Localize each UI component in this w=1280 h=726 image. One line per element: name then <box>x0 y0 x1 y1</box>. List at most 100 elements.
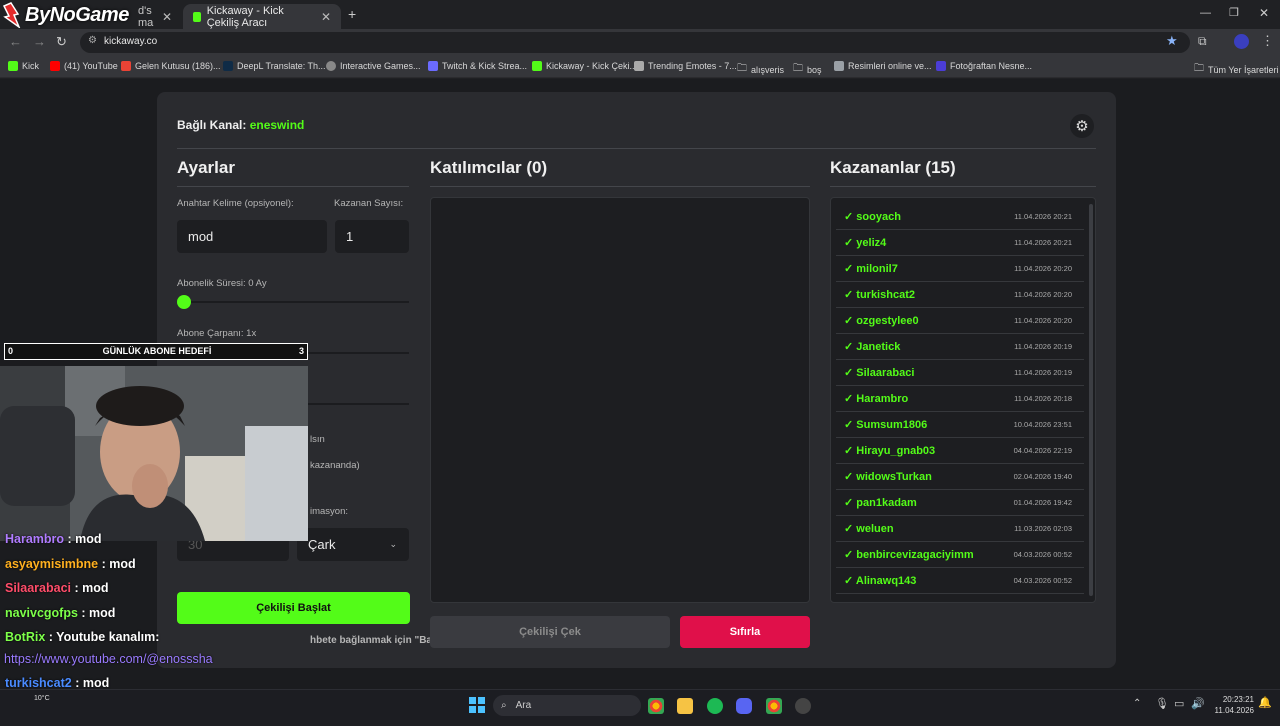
file-explorer-icon[interactable] <box>677 698 693 714</box>
microphone-icon[interactable]: 🎙 <box>1155 697 1169 710</box>
bookmark-item[interactable]: DeepL Translate: Th... <box>223 61 326 71</box>
watermark: ByNoGame <box>0 0 140 30</box>
bookmark-folder[interactable]: 🗀 alışveris <box>737 61 784 78</box>
winner-row: ✓ Harambro 11.04.2026 20:18 <box>836 386 1084 412</box>
spotify-icon[interactable] <box>707 698 723 714</box>
winners-title: Kazananlar (15) <box>830 158 956 177</box>
chrome-icon[interactable] <box>648 698 664 714</box>
chevron-down-icon: ⌄ <box>389 539 397 549</box>
bookmark-item[interactable]: Trending Emotes - 7... <box>634 61 737 71</box>
winner-row: ✓ widowsTurkan 02.04.2026 19:40 <box>836 464 1084 490</box>
goal-end: 3 <box>298 346 304 356</box>
bookmark-item[interactable]: Resimleri online ve... <box>834 61 932 71</box>
winner-date: 11.04.2026 20:21 <box>1014 238 1072 247</box>
winner-date: 11.03.2026 02:03 <box>1014 524 1072 533</box>
profile-avatar[interactable] <box>1234 34 1249 49</box>
discord-icon[interactable] <box>736 698 752 714</box>
forward-arrow-icon[interactable]: → <box>33 34 46 49</box>
draw-button[interactable]: Çekilişi Çek <box>430 616 670 648</box>
address-bar[interactable]: ⚙ kickaway.co ★ <box>80 32 1190 53</box>
menu-kebab-icon[interactable]: ⋮ <box>1261 33 1274 49</box>
close-tab-icon[interactable]: ✕ <box>321 10 331 24</box>
bookmark-item[interactable]: Gelen Kutusu (186)... <box>121 61 221 71</box>
all-bookmarks[interactable]: 🗀 Tüm Yer İşaretleri <box>1194 61 1279 78</box>
winner-count-label: Kazanan Sayısı: <box>334 198 404 209</box>
clock[interactable]: 20:23:21 11.04.2026 <box>1212 694 1254 716</box>
winner-row: ✓ ozgestylee0 11.04.2026 20:20 <box>836 308 1084 334</box>
winner-row: ✓ Sumsum1806 10.04.2026 23:51 <box>836 412 1084 438</box>
extensions-icon[interactable]: ⧉ <box>1198 34 1207 49</box>
bookmark-item[interactable]: Kickaway - Kick Çeki... <box>532 61 637 71</box>
close-window-button[interactable]: ✕ <box>1259 6 1269 20</box>
chat-text: : mod <box>67 532 102 546</box>
kick-icon <box>8 61 18 71</box>
new-tab-button[interactable]: + <box>348 6 356 22</box>
flame-logo-icon <box>2 2 21 28</box>
network-icon[interactable]: ▭ <box>1174 697 1184 710</box>
back-arrow-icon[interactable]: ← <box>9 34 22 49</box>
participants-list[interactable] <box>430 197 810 603</box>
watermark-text: ByNoGame <box>25 3 129 26</box>
winner-name: ✓ Janetick <box>844 341 901 353</box>
bookmark-item[interactable]: Interactive Games... <box>326 61 421 71</box>
tab-kickaway[interactable]: Kickaway - Kick Çekiliş Aracı ✕ <box>183 4 341 29</box>
sub-duration-knob[interactable] <box>177 295 191 309</box>
chat-text: : Youtube kanalım: <box>48 630 160 645</box>
keyword-label: Anahtar Kelime (opsiyonel): <box>177 198 294 209</box>
animation-label: imasyon: <box>310 506 349 517</box>
search-box[interactable]: ⌕ Ara <box>493 695 641 716</box>
channel-label: Bağlı Kanal: <box>177 118 247 132</box>
animation-select[interactable]: Çark ⌄ <box>297 528 409 561</box>
tab-bar: d's ma ✕ Kickaway - Kick Çekiliş Aracı ✕… <box>0 0 1280 29</box>
winners-list[interactable]: ✓ sooyach 11.04.2026 20:21 ✓ yeliz4 11.04.2… <box>830 197 1096 603</box>
bookmark-folder[interactable]: 🗀 boş <box>793 61 822 78</box>
winner-date: 11.04.2026 20:19 <box>1014 342 1072 351</box>
winner-date: 11.04.2026 20:18 <box>1014 394 1072 403</box>
bookmark-item[interactable]: Twitch & Kick Strea... <box>428 61 527 71</box>
chat-link[interactable]: https://www.youtube.com/@enosssha <box>4 652 213 666</box>
bookmark-item[interactable]: Fotoğraftan Nesne... <box>936 61 1032 71</box>
settings-gear-icon[interactable]: ⚙ <box>1070 114 1094 138</box>
sub-duration-slider[interactable] <box>177 301 409 303</box>
bookmark-item[interactable]: Kick <box>8 61 39 71</box>
winner-name: ✓ turkishcat2 <box>844 289 915 301</box>
start-icon[interactable] <box>469 697 485 713</box>
keyword-input[interactable]: mod <box>177 220 327 253</box>
weather-temp[interactable]: 10°C <box>34 695 50 702</box>
taskbar: 10°C ⌕ Ara ⌃ 🎙 ▭ 🔊 20:23:21 11.04.2026 🔔 <box>0 689 1280 720</box>
sub-duration-label: Abonelik Süresi: 0 Ay <box>177 278 267 289</box>
reset-button[interactable]: Sıfırla <box>680 616 810 648</box>
site-info-icon[interactable]: ⚙ <box>88 35 97 46</box>
winner-row: ✓ Silaarabaci 11.04.2026 20:19 <box>836 360 1084 386</box>
folder-icon: 🗀 <box>737 63 747 74</box>
notification-bell-icon[interactable]: 🔔 <box>1258 696 1272 709</box>
bookmark-item[interactable]: (41) YouTube <box>50 61 118 71</box>
globe-icon <box>326 61 336 71</box>
tab-label: d's ma <box>138 4 154 29</box>
winner-count-input[interactable]: 1 <box>335 220 409 253</box>
bookmark-star-icon[interactable]: ★ <box>1166 33 1178 49</box>
chat-text: : mod <box>74 581 109 596</box>
webcam-image <box>0 366 308 541</box>
winner-name: ✓ sooyach <box>844 211 901 223</box>
obs-icon[interactable] <box>795 698 811 714</box>
volume-icon[interactable]: 🔊 <box>1191 697 1205 710</box>
search-icon: ⌕ <box>501 700 507 711</box>
chrome-active-icon[interactable] <box>766 698 782 714</box>
tray-chevron-icon[interactable]: ⌃ <box>1133 698 1141 709</box>
streams-icon <box>428 61 438 71</box>
chat-message: asyaymisimbne : mod <box>5 557 305 582</box>
winner-name: ✓ yeliz4 <box>844 237 887 249</box>
winner-date: 11.04.2026 20:20 <box>1014 264 1072 273</box>
maximize-button[interactable]: ❐ <box>1229 6 1239 19</box>
chat-message: Silaarabaci : mod <box>5 581 305 606</box>
connected-channel: Bağlı Kanal: eneswind <box>177 118 304 132</box>
minimize-button[interactable]: — <box>1200 7 1211 19</box>
winner-row: ✓ yeliz4 11.04.2026 20:21 <box>836 230 1084 256</box>
close-tab-icon[interactable]: ✕ <box>162 10 172 24</box>
chat-message: Harambro : mod <box>5 532 305 557</box>
scrollbar[interactable] <box>1089 204 1093 596</box>
reload-icon[interactable]: ↻ <box>56 34 67 50</box>
divider <box>830 186 1096 187</box>
winner-name: ✓ Hirayu_gnab03 <box>844 445 936 457</box>
